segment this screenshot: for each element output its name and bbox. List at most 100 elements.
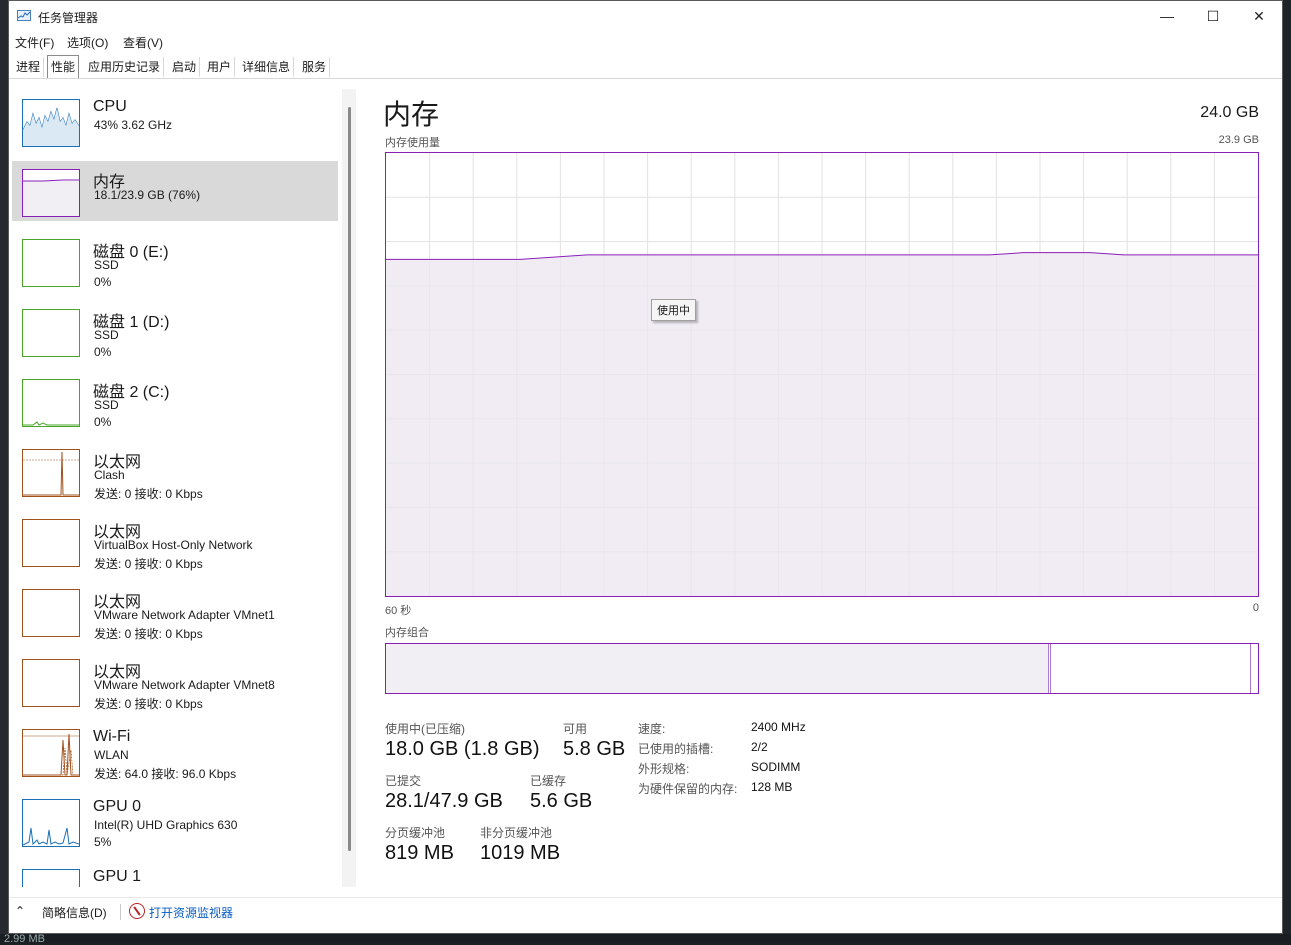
slots-value: 2/2 [751,740,768,754]
resource-detail: 5% [94,835,112,849]
in-use-label: 使用中(已压缩) [385,722,465,736]
memory-composition-bar[interactable] [385,643,1259,694]
memory-total: 24.0 GB [1200,104,1259,121]
tab-services[interactable]: 服务 [299,57,331,77]
menu-bar: 文件(F) 选项(O) 查看(V) [9,31,1282,51]
resource-item[interactable]: 以太网 Clash 发送: 0 接收: 0 Kbps [12,441,338,501]
resource-title: GPU 0 [93,798,142,815]
resource-subtitle: SSD [94,398,119,412]
resource-item[interactable]: 磁盘 0 (E:) SSD 0% [12,231,338,291]
open-resource-monitor-link[interactable]: 打开资源监视器 [149,904,233,921]
resource-detail: 0% [94,345,112,359]
scrollbar-thumb[interactable] [348,107,351,851]
resource-list: CPU 43% 3.62 GHz 内存 18.1/23.9 GB (76%) 磁盘 0 … [9,87,349,887]
taskbar-strip: 2.99 MB [0,933,1291,945]
page-title: 内存 [383,99,440,130]
resource-thumbnail-graph [22,169,80,217]
resource-monitor-icon[interactable] [129,903,145,919]
tab-performance[interactable]: 性能 [47,55,80,78]
memory-usage-plot [386,153,1258,597]
resource-subtitle: SSD [94,328,119,342]
committed-label: 已提交 [385,774,422,788]
resource-thumbnail-graph [22,869,80,887]
resource-subtitle: Clash [94,468,125,482]
resource-item[interactable]: CPU 43% 3.62 GHz [12,91,338,151]
close-button[interactable]: ✕ [1236,1,1282,31]
composition-modified [1050,644,1051,693]
resource-list-scrollbar[interactable] [342,89,356,887]
tab-details[interactable]: 详细信息 [239,57,295,77]
resource-detail: 发送: 64.0 接收: 96.0 Kbps [94,767,237,781]
resource-subtitle: VirtualBox Host-Only Network [94,538,253,552]
resource-detail: 0% [94,275,112,289]
resource-thumbnail-graph [22,379,80,427]
resource-item[interactable]: 内存 18.1/23.9 GB (76%) [12,161,338,221]
usage-graph-max: 23.9 GB [1218,134,1259,146]
resource-thumbnail-graph [22,589,80,637]
resource-subtitle: 43% 3.62 GHz [94,118,173,132]
menu-file[interactable]: 文件(F) [15,34,54,51]
usage-graph-label: 内存使用量 [385,137,440,149]
tab-startup[interactable]: 启动 [169,57,201,77]
footer-divider [120,904,121,920]
resource-subtitle: 18.1/23.9 GB (76%) [94,188,201,202]
resource-item[interactable]: 磁盘 2 (C:) SSD 0% [12,371,338,431]
resource-item[interactable]: GPU 1NVIDIA GeForce GTX 1050 [12,861,338,887]
tab-processes[interactable]: 进程 [13,57,45,77]
resource-detail: 发送: 0 接收: 0 Kbps [94,697,203,711]
resource-item[interactable]: 以太网 VirtualBox Host-Only Network 发送: 0 接收:… [12,511,338,571]
composition-label: 内存组合 [385,627,429,639]
maximize-button[interactable]: ☐ [1190,1,1236,31]
nonpaged-pool-label: 非分页缓冲池 [480,826,553,840]
title-bar[interactable]: 任务管理器 — ☐ ✕ [9,1,1282,31]
resource-thumbnail-graph [22,309,80,357]
resource-item[interactable]: GPU 0 Intel(R) UHD Graphics 630 5% [12,791,338,851]
menu-options[interactable]: 选项(O) [67,34,108,51]
cached-value: 5.6 GB [530,790,593,812]
memory-detail-pane: 内存 24.0 GB 内存使用量 23.9 GB 使用中 60 秒 0 内存组合… [377,87,1265,887]
fewer-details-button[interactable]: 简略信息(D) [42,904,107,921]
desktop-text: 2.99 MB [4,933,45,945]
task-manager-icon [17,10,31,21]
resource-detail: 发送: 0 接收: 0 Kbps [94,627,203,641]
menu-view[interactable]: 查看(V) [123,34,163,51]
speed-value: 2400 MHz [751,720,806,734]
in-use-tooltip: 使用中 [651,299,696,321]
resource-thumbnail-graph [22,99,80,147]
available-value: 5.8 GB [563,738,626,760]
resource-detail: 发送: 0 接收: 0 Kbps [94,557,203,571]
resource-item[interactable]: 磁盘 1 (D:) SSD 0% [12,301,338,361]
tab-bar: 进程 性能 应用历史记录 启动 用户 详细信息 服务 [9,55,1282,79]
chevron-up-icon[interactable]: ⌃ [15,904,25,918]
available-label: 可用 [563,722,588,736]
graph-axis-right: 0 [1252,602,1259,614]
resource-thumbnail-graph [22,729,80,777]
in-use-value: 18.0 GB (1.8 GB) [385,738,540,760]
resource-subtitle: VMware Network Adapter VMnet8 [94,678,275,692]
minimize-button[interactable]: — [1144,1,1190,31]
resource-subtitle: Intel(R) UHD Graphics 630 [94,818,238,832]
form-factor-key: 外形规格: [638,762,690,776]
resource-title: Wi-Fi [93,728,131,745]
footer-bar: ⌃ 简略信息(D) 打开资源监视器 [9,897,1282,926]
speed-key: 速度: [638,722,666,736]
resource-subtitle: VMware Network Adapter VMnet1 [94,608,275,622]
resource-subtitle: SSD [94,258,119,272]
resource-item[interactable]: 以太网 VMware Network Adapter VMnet1 发送: 0 接收… [12,581,338,641]
memory-usage-area [386,252,1258,597]
memory-usage-graph[interactable] [385,152,1259,597]
form-factor-value: SODIMM [751,760,801,774]
resource-thumbnail-graph [22,799,80,847]
resource-item[interactable]: 以太网 VMware Network Adapter VMnet8 发送: 0 接收… [12,651,338,711]
tab-users[interactable]: 用户 [204,57,236,77]
window-title: 任务管理器 [38,11,99,25]
composition-in-use [386,644,1049,693]
resource-detail: 0% [94,415,112,429]
tab-app-history[interactable]: 应用历史记录 [85,57,165,77]
desktop-right-strip [1283,0,1291,942]
resource-item[interactable]: Wi-Fi WLAN 发送: 64.0 接收: 96.0 Kbps [12,721,338,781]
cached-label: 已缓存 [530,774,567,788]
composition-standby-edge [1250,644,1251,693]
paged-pool-label: 分页缓冲池 [385,826,446,840]
resource-subtitle: WLAN [94,748,129,762]
